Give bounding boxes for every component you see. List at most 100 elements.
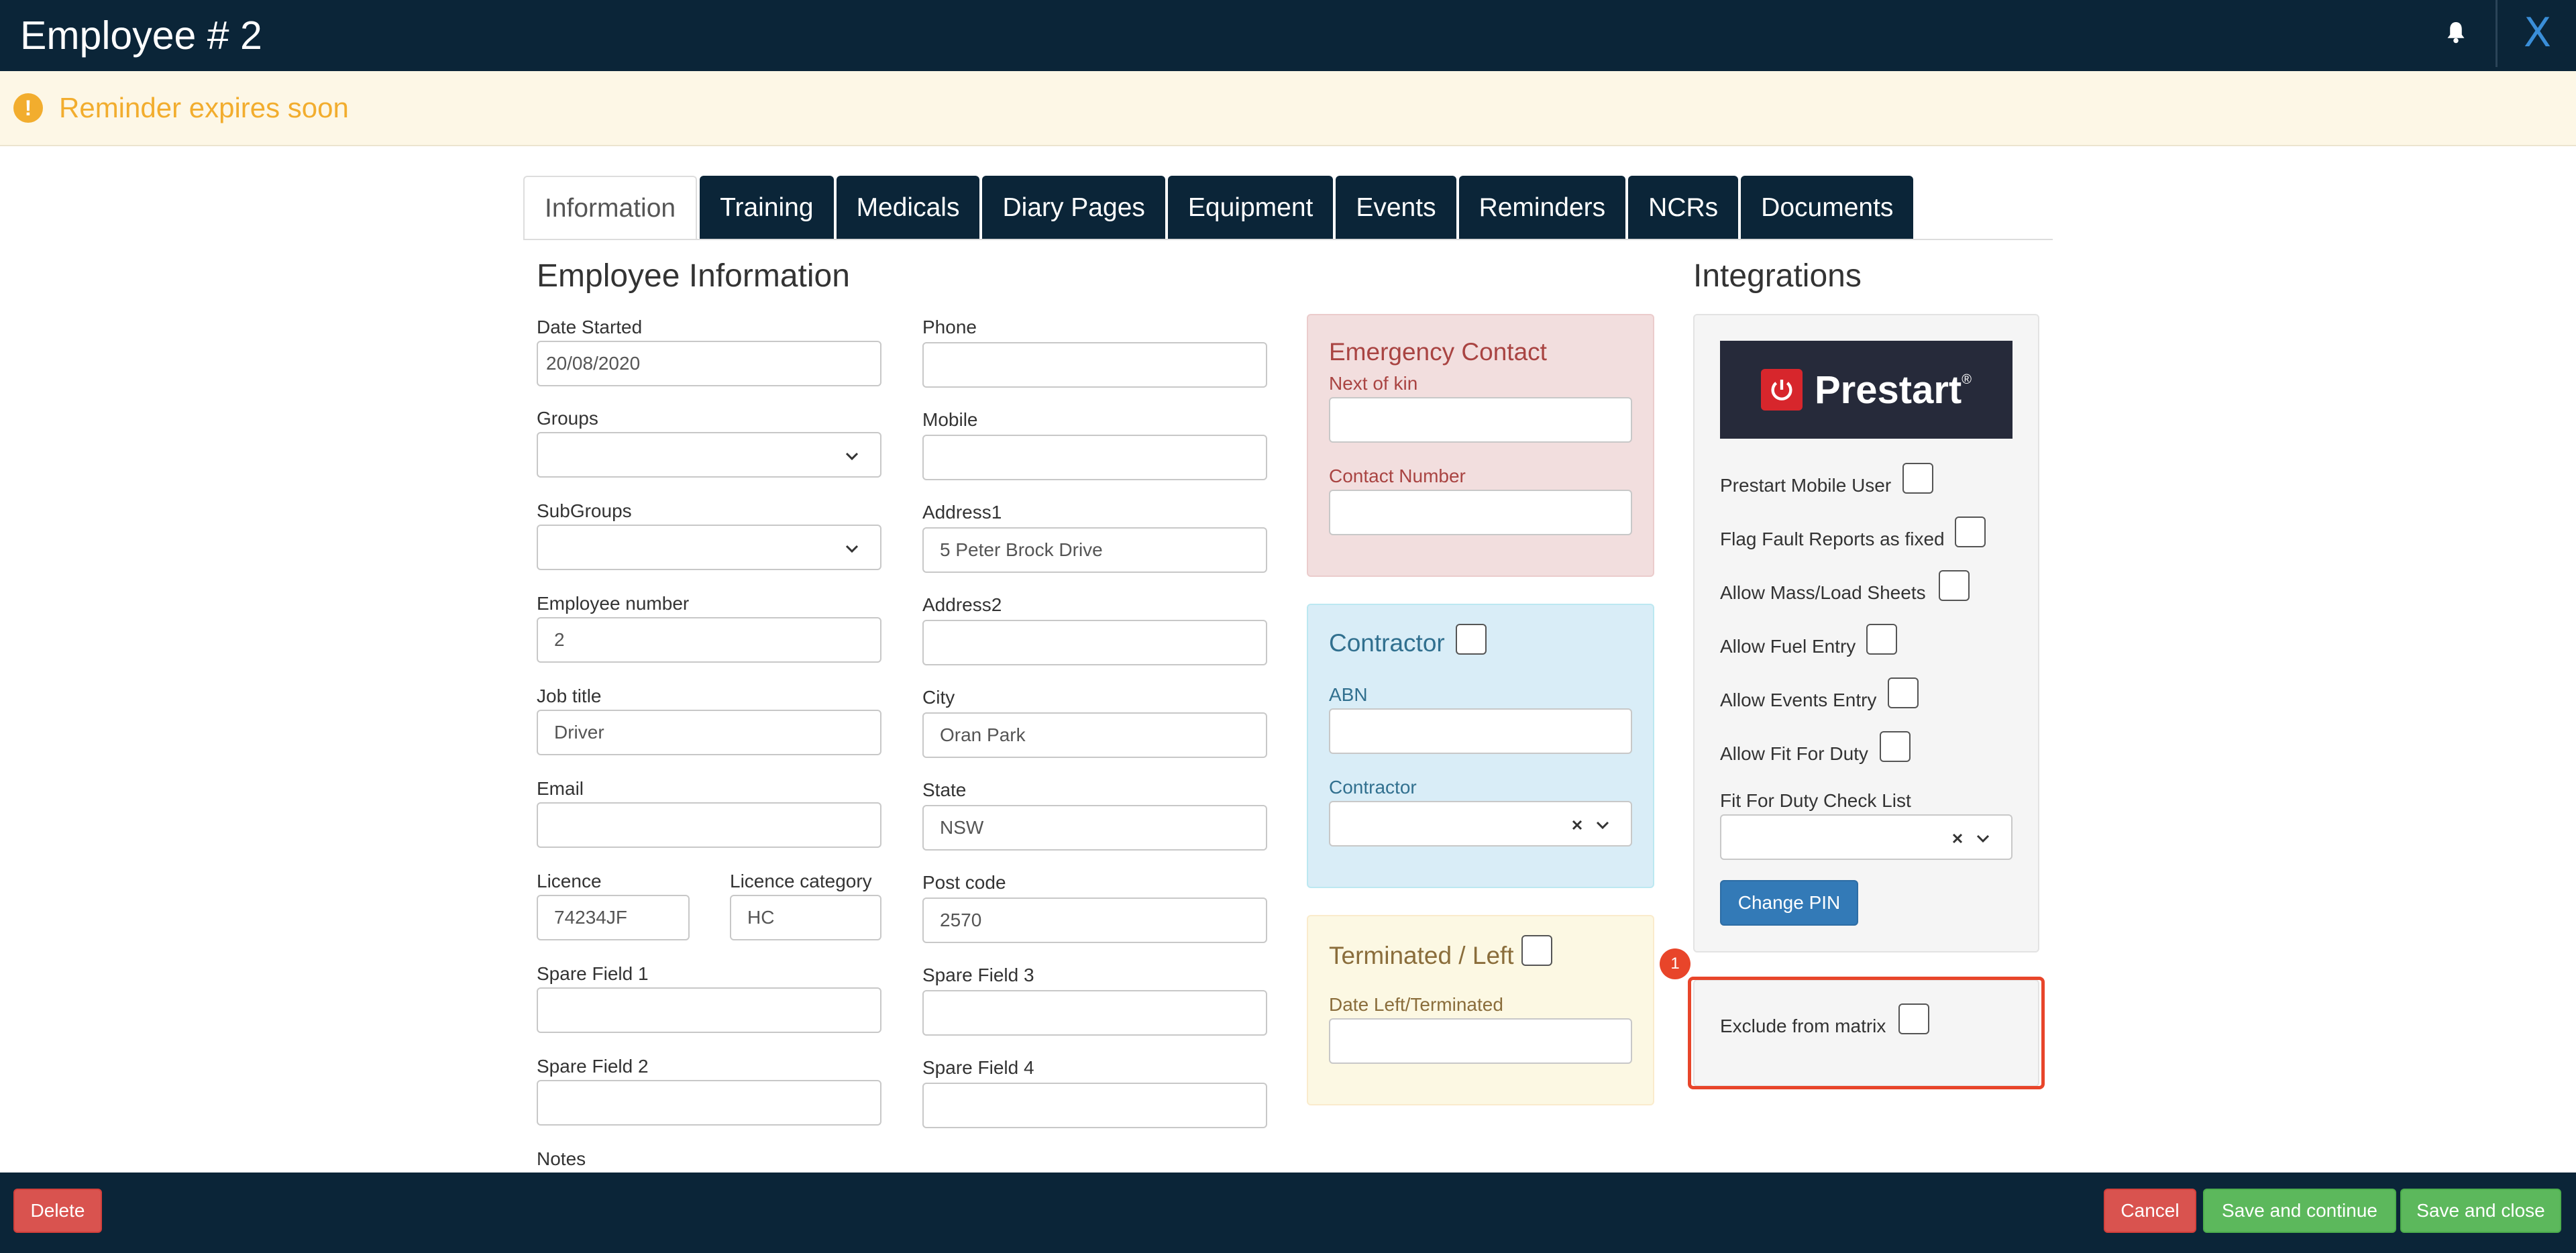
contractor-select-label: Contractor — [1329, 777, 1417, 798]
contact-number-input[interactable] — [1329, 490, 1632, 535]
change-pin-button[interactable]: Change PIN — [1720, 880, 1858, 926]
job-title-label: Job title — [537, 686, 602, 706]
integrations-title: Integrations — [1693, 258, 1862, 294]
spare-field-1-label: Spare Field 1 — [537, 963, 649, 984]
spare-field-2-label: Spare Field 2 — [537, 1056, 649, 1077]
highlight-box — [1688, 977, 2045, 1089]
phone-input[interactable] — [922, 342, 1267, 388]
header-separator — [2496, 0, 2498, 67]
reminder-text: Reminder expires soon — [59, 92, 349, 123]
employee-number-label: Employee number — [537, 593, 690, 614]
mobile-input[interactable] — [922, 435, 1267, 480]
fit-checklist-select[interactable] — [1720, 814, 2012, 860]
job-title-input[interactable]: Driver — [537, 710, 881, 755]
date-left-input[interactable] — [1329, 1018, 1632, 1064]
tab-training[interactable]: Training — [700, 176, 834, 240]
spare-field-3-label: Spare Field 3 — [922, 965, 1034, 985]
postcode-label: Post code — [922, 872, 1006, 893]
terminated-title: Terminated / Left — [1329, 942, 1514, 969]
notes-label: Notes — [537, 1148, 586, 1169]
allow-mass-label: Allow Mass/Load Sheets — [1720, 582, 1926, 603]
spare-field-4-label: Spare Field 4 — [922, 1057, 1034, 1078]
date-started-input[interactable]: 20/08/2020 — [537, 341, 881, 386]
licence-category-input[interactable]: HC — [730, 895, 881, 940]
allow-events-label: Allow Events Entry — [1720, 690, 1877, 710]
tab-diary-pages[interactable]: Diary Pages — [982, 176, 1165, 240]
address2-input[interactable] — [922, 620, 1267, 665]
tab-bar: Information Training Medicals Diary Page… — [523, 176, 1916, 240]
prestart-logo-text: Prestart — [1815, 368, 1962, 412]
power-icon — [1761, 369, 1803, 411]
contractor-select[interactable] — [1329, 801, 1632, 847]
employee-number-input[interactable]: 2 — [537, 617, 881, 663]
contractor-checkbox[interactable] — [1456, 624, 1487, 655]
bell-icon[interactable] — [2446, 20, 2466, 44]
cancel-button[interactable]: Cancel — [2104, 1189, 2196, 1233]
chevron-down-icon — [1596, 821, 1609, 830]
spare-field-3-input[interactable] — [922, 990, 1267, 1036]
abn-input[interactable] — [1329, 708, 1632, 754]
close-button[interactable]: X — [2524, 9, 2551, 56]
spare-field-1-input[interactable] — [537, 987, 881, 1033]
fit-checklist-label: Fit For Duty Check List — [1720, 790, 1911, 811]
flag-fault-checkbox[interactable] — [1955, 516, 1986, 547]
groups-select[interactable] — [537, 432, 881, 478]
tab-events[interactable]: Events — [1336, 176, 1456, 240]
delete-button[interactable]: Delete — [13, 1189, 102, 1233]
phone-label: Phone — [922, 317, 977, 337]
chevron-down-icon — [845, 452, 859, 461]
mobile-label: Mobile — [922, 409, 978, 430]
contact-number-label: Contact Number — [1329, 466, 1466, 486]
city-input[interactable]: Oran Park — [922, 712, 1267, 758]
abn-label: ABN — [1329, 684, 1368, 705]
allow-fit-label: Allow Fit For Duty — [1720, 743, 1868, 764]
address2-label: Address2 — [922, 594, 1002, 615]
registered-mark: ® — [1962, 372, 1972, 387]
subgroups-select[interactable] — [537, 525, 881, 570]
clear-icon[interactable] — [1570, 818, 1584, 832]
tab-equipment[interactable]: Equipment — [1167, 176, 1334, 240]
employee-info-title: Employee Information — [537, 258, 850, 294]
allow-mass-checkbox[interactable] — [1939, 570, 1970, 601]
allow-events-checkbox[interactable] — [1888, 677, 1919, 708]
tab-documents[interactable]: Documents — [1741, 176, 1914, 240]
prestart-mobile-user-label: Prestart Mobile User — [1720, 475, 1892, 496]
tab-information[interactable]: Information — [523, 176, 698, 240]
next-of-kin-input[interactable] — [1329, 397, 1632, 443]
state-input[interactable]: NSW — [922, 805, 1267, 851]
flag-fault-label: Flag Fault Reports as fixed — [1720, 529, 1945, 549]
address1-input[interactable]: 5 Peter Brock Drive — [922, 527, 1267, 573]
prestart-mobile-user-checkbox[interactable] — [1902, 463, 1933, 494]
subgroups-label: SubGroups — [537, 500, 632, 521]
header-bar: Employee # 2 X — [0, 0, 2576, 71]
terminated-checkbox[interactable] — [1521, 935, 1552, 966]
licence-category-label: Licence category — [730, 871, 872, 891]
postcode-input[interactable]: 2570 — [922, 897, 1267, 943]
licence-label: Licence — [537, 871, 602, 891]
save-and-close-button[interactable]: Save and close — [2400, 1189, 2561, 1233]
clear-icon[interactable] — [1951, 832, 1964, 845]
tabs-divider — [523, 239, 2053, 240]
groups-label: Groups — [537, 408, 598, 429]
spare-field-2-input[interactable] — [537, 1080, 881, 1126]
tab-reminders[interactable]: Reminders — [1458, 176, 1626, 240]
contractor-title: Contractor — [1329, 629, 1445, 657]
licence-input[interactable]: 74234JF — [537, 895, 690, 940]
allow-fit-checkbox[interactable] — [1880, 731, 1911, 762]
emergency-contact-title: Emergency Contact — [1329, 338, 1547, 366]
chevron-down-icon — [845, 545, 859, 553]
warning-icon: ! — [13, 93, 43, 123]
city-label: City — [922, 687, 955, 708]
save-and-continue-button[interactable]: Save and continue — [2203, 1189, 2396, 1233]
spare-field-4-input[interactable] — [922, 1083, 1267, 1128]
footer-bar: Delete Cancel Save and continue Save and… — [0, 1173, 2576, 1253]
reminder-banner: ! Reminder expires soon — [0, 71, 2576, 146]
next-of-kin-label: Next of kin — [1329, 373, 1418, 394]
allow-fuel-label: Allow Fuel Entry — [1720, 636, 1856, 657]
email-input[interactable] — [537, 802, 881, 848]
allow-fuel-checkbox[interactable] — [1866, 624, 1897, 655]
prestart-logo: Prestart ® — [1720, 341, 2012, 439]
tab-medicals[interactable]: Medicals — [836, 176, 980, 240]
tab-ncrs[interactable]: NCRs — [1628, 176, 1739, 240]
date-started-label: Date Started — [537, 317, 643, 337]
